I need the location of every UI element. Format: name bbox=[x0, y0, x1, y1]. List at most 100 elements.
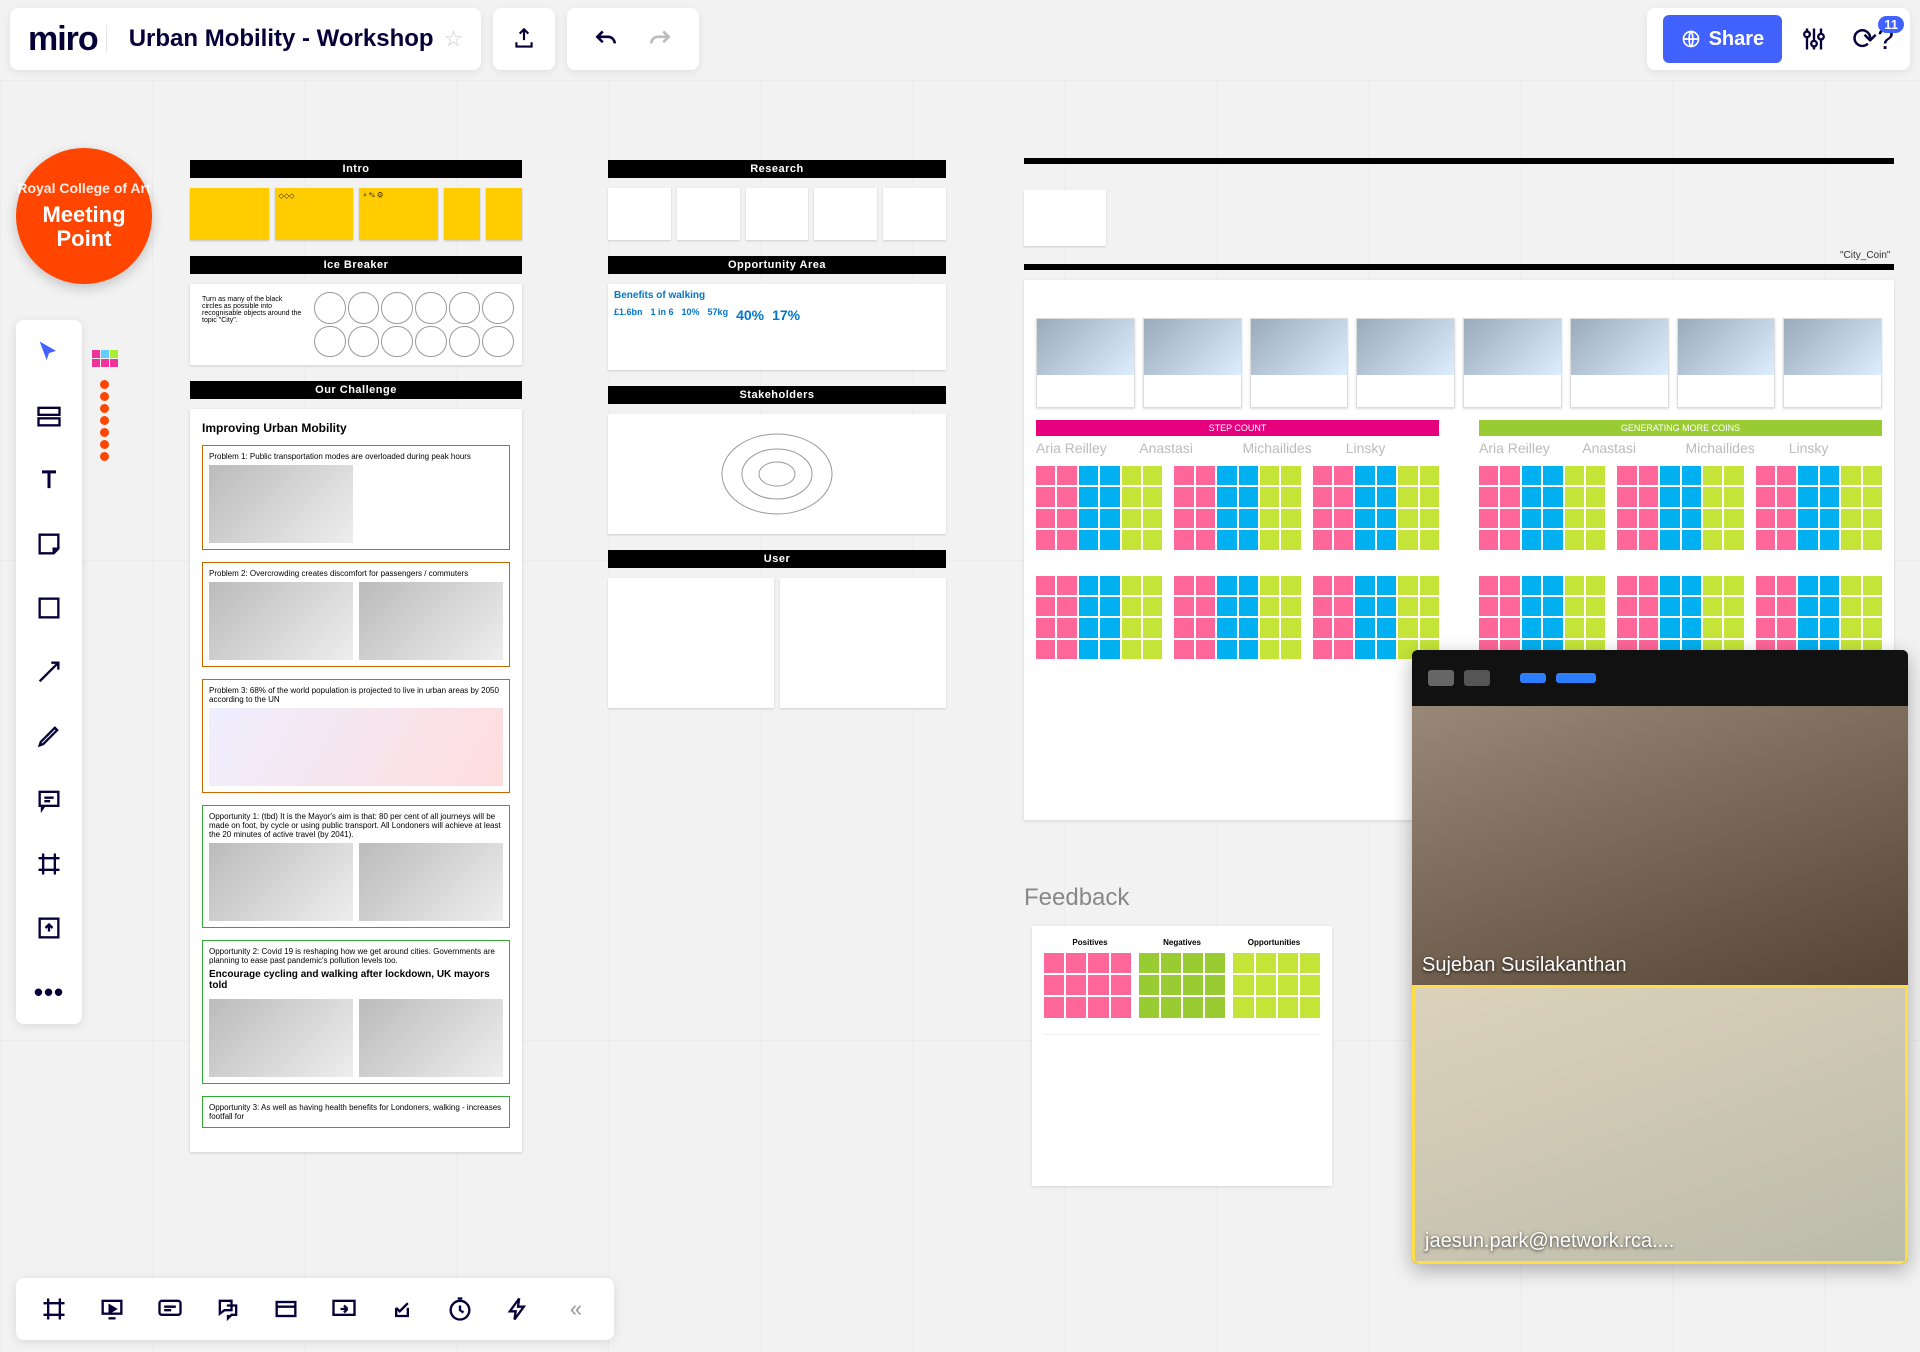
participant-names: Aria ReilleyAnastasiMichailidesLinsky bbox=[1479, 440, 1882, 456]
board-info-group: miro Urban Mobility - Workshop ☆ bbox=[10, 8, 481, 70]
participant-2-name: jaesun.park@network.rca.... bbox=[1425, 1230, 1674, 1253]
section-research-header[interactable]: Research bbox=[608, 160, 946, 178]
video-tile-2[interactable]: jaesun.park@network.rca.... bbox=[1412, 985, 1908, 1264]
step-count-header: STEP COUNT bbox=[1036, 420, 1439, 436]
research-thumb[interactable] bbox=[608, 188, 671, 240]
research-thumb[interactable] bbox=[814, 188, 877, 240]
export-button[interactable] bbox=[493, 8, 555, 70]
video-call-panel[interactable]: Sujeban Susilakanthan jaesun.park@networ… bbox=[1412, 650, 1908, 1264]
research-thumb[interactable] bbox=[746, 188, 809, 240]
board-title[interactable]: Urban Mobility - Workshop bbox=[106, 25, 434, 53]
comments-tool-icon[interactable] bbox=[154, 1293, 186, 1325]
problem-3-map bbox=[209, 708, 503, 786]
undo-icon[interactable] bbox=[593, 26, 619, 52]
concept-card[interactable] bbox=[1463, 318, 1562, 408]
problem-1-chart bbox=[359, 465, 503, 543]
generating-coins-header: GENERATING MORE COINS bbox=[1479, 420, 1882, 436]
frames-tool-icon[interactable] bbox=[38, 1293, 70, 1325]
section-user-header[interactable]: User bbox=[608, 550, 946, 568]
feedback-positives bbox=[1044, 953, 1131, 1018]
participant-names: Aria ReilleyAnastasiMichailidesLinsky bbox=[1036, 440, 1439, 456]
user-panels bbox=[608, 578, 946, 708]
video-tab-active[interactable] bbox=[1520, 673, 1546, 683]
stakeholders-panel[interactable] bbox=[608, 414, 946, 534]
section-opportunity-header[interactable]: Opportunity Area bbox=[608, 256, 946, 274]
problem-2-image bbox=[359, 582, 503, 660]
feedback-sticky-row bbox=[1044, 953, 1320, 1018]
present-tool-icon[interactable] bbox=[96, 1293, 128, 1325]
right-section-header[interactable] bbox=[1024, 158, 1894, 164]
activity-tool-icon[interactable] bbox=[502, 1293, 534, 1325]
opportunity-1-chart bbox=[359, 843, 503, 921]
news-headline: Encourage cycling and walking after lock… bbox=[209, 969, 503, 991]
challenge-panel[interactable]: Improving Urban Mobility Problem 1: Publ… bbox=[190, 409, 522, 1152]
concept-card[interactable] bbox=[1143, 318, 1242, 408]
opportunity-card: Opportunity 2: Covid 19 is reshaping how… bbox=[202, 940, 510, 1084]
sticky-grid-step-count[interactable] bbox=[1036, 576, 1439, 660]
intro-card[interactable] bbox=[444, 188, 480, 240]
column-intro: Intro ◇◇◇ ⌕ ✎ ⚙ Ice Breaker Turn as many… bbox=[190, 160, 522, 1152]
video-tile-1[interactable]: Sujeban Susilakanthan bbox=[1412, 706, 1908, 985]
benefits-title: Benefits of walking bbox=[614, 290, 940, 301]
sticky-grid-step-count[interactable] bbox=[1036, 466, 1439, 550]
benefits-panel[interactable]: Benefits of walking £1.6bn1 in 610%57kg4… bbox=[608, 284, 946, 370]
concept-card[interactable] bbox=[1783, 318, 1882, 408]
voting-tool-icon[interactable] bbox=[386, 1293, 418, 1325]
section-icebreaker-header[interactable]: Ice Breaker bbox=[190, 256, 522, 274]
feedback-negatives bbox=[1139, 953, 1226, 1018]
concept-card[interactable] bbox=[1570, 318, 1669, 408]
globe-icon bbox=[1681, 29, 1701, 49]
window-control[interactable] bbox=[1464, 670, 1490, 686]
video-tab[interactable] bbox=[1556, 673, 1596, 683]
section-stakeholders-header[interactable]: Stakeholders bbox=[608, 386, 946, 404]
favorite-star-icon[interactable]: ☆ bbox=[444, 26, 464, 52]
problem-card: Problem 2: Overcrowding creates discomfo… bbox=[202, 562, 510, 667]
collapse-toolbar-icon[interactable]: « bbox=[560, 1293, 592, 1325]
topbar-right: Share ⟳?11 bbox=[1647, 8, 1910, 70]
feedback-columns: PositivesNegativesOpportunities bbox=[1044, 938, 1320, 947]
participant-1-name: Sujeban Susilakanthan bbox=[1422, 954, 1627, 977]
concept-card[interactable] bbox=[1356, 318, 1455, 408]
section-intro-header[interactable]: Intro bbox=[190, 160, 522, 178]
small-list-panel[interactable] bbox=[1024, 190, 1106, 246]
sticky-matrix-row: STEP COUNT Aria ReilleyAnastasiMichailid… bbox=[1036, 408, 1882, 550]
ice-breaker-circles bbox=[314, 292, 514, 357]
user-persona-diagram[interactable] bbox=[608, 578, 774, 708]
intro-card[interactable]: ⌕ ✎ ⚙ bbox=[359, 188, 438, 240]
share-group: Share ⟳?11 bbox=[1647, 8, 1910, 70]
challenge-title: Improving Urban Mobility bbox=[202, 421, 510, 435]
problem-card: Problem 1: Public transportation modes a… bbox=[202, 445, 510, 550]
research-thumb[interactable] bbox=[883, 188, 946, 240]
undo-redo-group bbox=[567, 8, 699, 70]
research-thumb[interactable] bbox=[677, 188, 740, 240]
concept-photo-row bbox=[1036, 318, 1882, 408]
help-icon[interactable]: ⟳?11 bbox=[1846, 22, 1894, 57]
export-icon bbox=[511, 26, 537, 52]
card-tool-icon[interactable] bbox=[270, 1293, 302, 1325]
ice-breaker-panel[interactable]: Turn as many of the black circles as pos… bbox=[190, 284, 522, 365]
timer-tool-icon[interactable] bbox=[444, 1293, 476, 1325]
sticky-grid-coins[interactable] bbox=[1479, 466, 1882, 550]
miro-logo[interactable]: miro bbox=[28, 20, 98, 59]
feedback-panel[interactable]: PositivesNegativesOpportunities bbox=[1032, 926, 1332, 1186]
concept-card[interactable] bbox=[1250, 318, 1349, 408]
window-control[interactable] bbox=[1428, 670, 1454, 686]
concept-card[interactable] bbox=[1036, 318, 1135, 408]
sticky-grid-coins[interactable] bbox=[1479, 576, 1882, 660]
benefits-stats: £1.6bn1 in 610%57kg40%17% bbox=[614, 307, 940, 323]
settings-sliders-icon[interactable] bbox=[1800, 25, 1828, 53]
screen-share-icon[interactable] bbox=[328, 1293, 360, 1325]
ice-breaker-note: Turn as many of the black circles as pos… bbox=[198, 292, 306, 357]
opportunity-2-image bbox=[209, 999, 353, 1077]
share-button[interactable]: Share bbox=[1663, 15, 1783, 63]
section-challenge-header[interactable]: Our Challenge bbox=[190, 381, 522, 399]
city-coin-header[interactable] bbox=[1024, 264, 1894, 270]
concept-card[interactable] bbox=[1677, 318, 1776, 408]
intro-card[interactable] bbox=[190, 188, 269, 240]
stakeholder-diagram bbox=[717, 429, 837, 519]
redo-icon[interactable] bbox=[647, 26, 673, 52]
user-persona-card[interactable] bbox=[780, 578, 946, 708]
intro-card[interactable] bbox=[486, 188, 522, 240]
chat-tool-icon[interactable] bbox=[212, 1293, 244, 1325]
intro-card[interactable]: ◇◇◇ bbox=[275, 188, 354, 240]
